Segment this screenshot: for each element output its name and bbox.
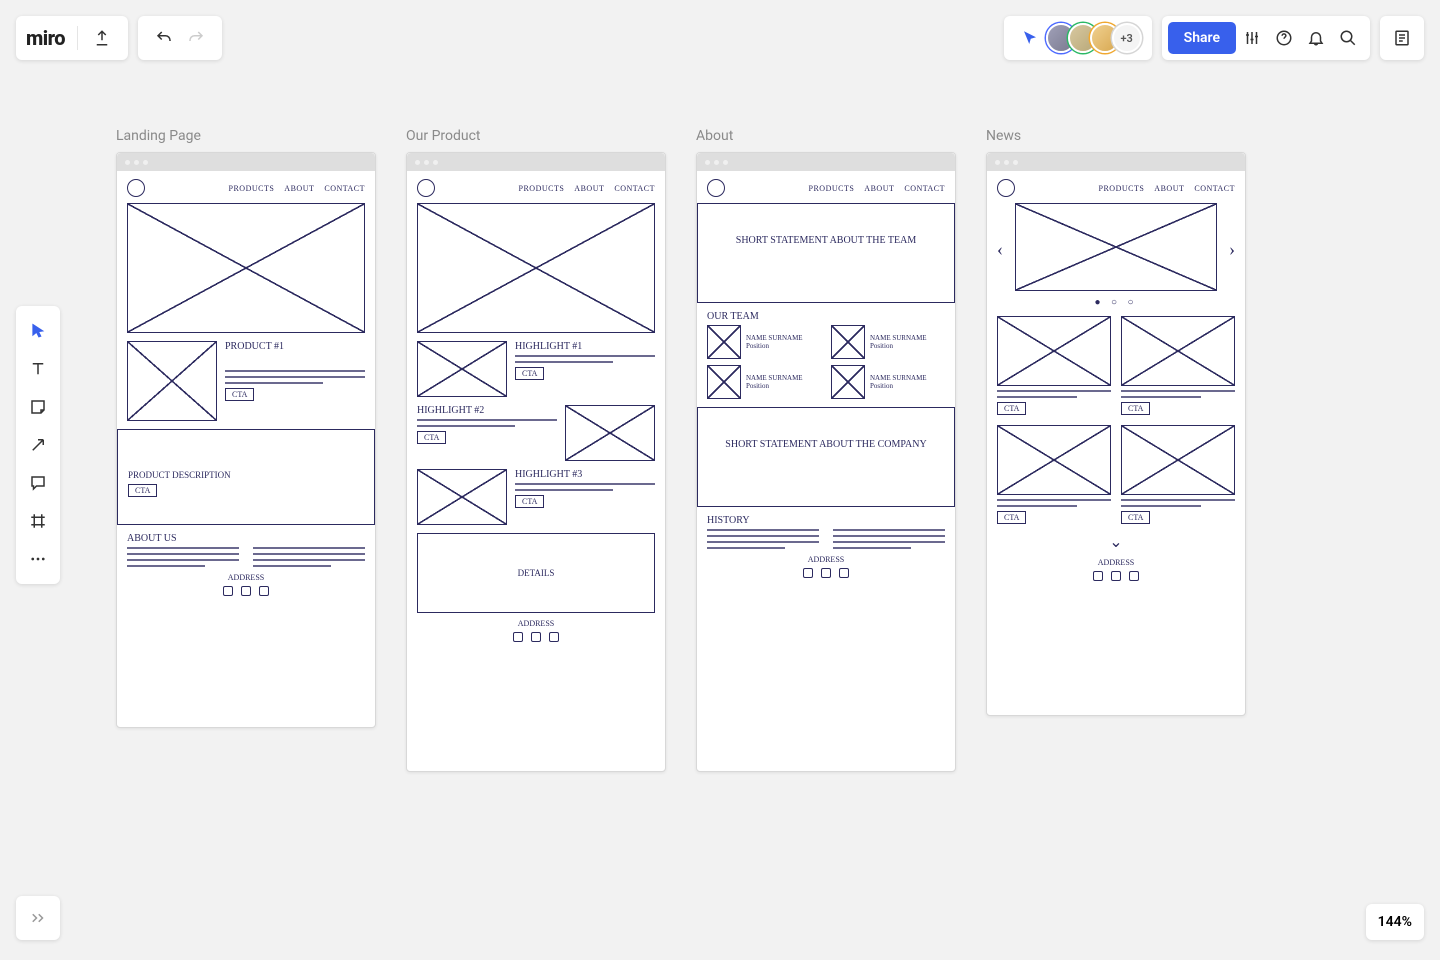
chevron-down-icon: ⌄ — [997, 532, 1235, 552]
tools-toolbar — [16, 306, 60, 584]
settings-icon[interactable] — [1236, 22, 1268, 54]
wireframe-product[interactable]: PRODUCTSABOUTCONTACT HIGHLIGHT #1 CTA HI… — [406, 152, 666, 772]
wf-hero — [417, 203, 655, 333]
arrow-tool[interactable] — [20, 426, 56, 464]
wireframe-news[interactable]: PRODUCTSABOUTCONTACT ‹ › ● ○ ○ CTA CTA C… — [986, 152, 1246, 716]
help-icon[interactable] — [1268, 22, 1300, 54]
carousel-dots: ● ○ ○ — [997, 297, 1235, 308]
sticky-tool[interactable] — [20, 388, 56, 426]
history-panel — [138, 16, 222, 60]
app-panel: miro — [16, 16, 128, 60]
frame-title: News — [986, 128, 1246, 144]
redo-icon[interactable] — [180, 22, 212, 54]
search-icon[interactable] — [1332, 22, 1364, 54]
actions-panel: Share — [1162, 16, 1370, 60]
zoom-level[interactable]: 144% — [1366, 904, 1424, 940]
frame-title: Our Product — [406, 128, 666, 144]
frame-title: Landing Page — [116, 128, 376, 144]
wf-image — [127, 341, 217, 421]
frame-tool[interactable] — [20, 502, 56, 540]
undo-icon[interactable] — [148, 22, 180, 54]
wf-hero — [127, 203, 365, 333]
wireframe-landing[interactable]: PRODUCTSABOUTCONTACT PRODUCT #1 CTA PROD… — [116, 152, 376, 728]
chevron-right-icon: › — [1229, 239, 1235, 260]
collaborators-panel: +3 — [1004, 16, 1152, 60]
chevron-left-icon: ‹ — [997, 239, 1003, 260]
more-tools[interactable] — [20, 540, 56, 578]
canvas[interactable]: Landing Page PRODUCTSABOUTCONTACT PRODUC… — [116, 128, 1400, 772]
text-tool[interactable] — [20, 350, 56, 388]
avatar-more[interactable]: +3 — [1112, 23, 1142, 53]
cursor-icon[interactable] — [1014, 22, 1046, 54]
app-logo[interactable]: miro — [26, 26, 78, 50]
select-tool[interactable] — [20, 312, 56, 350]
wireframe-about[interactable]: PRODUCTSABOUTCONTACT SHORT STATEMENT ABO… — [696, 152, 956, 772]
wf-logo — [127, 179, 145, 197]
share-button[interactable]: Share — [1168, 22, 1236, 54]
frame-title: About — [696, 128, 956, 144]
notes-icon[interactable] — [1380, 16, 1424, 60]
comment-tool[interactable] — [20, 464, 56, 502]
expand-panel-button[interactable] — [16, 896, 60, 940]
wf-nav: PRODUCTSABOUTCONTACT — [229, 184, 366, 193]
export-icon[interactable] — [86, 22, 118, 54]
bell-icon[interactable] — [1300, 22, 1332, 54]
